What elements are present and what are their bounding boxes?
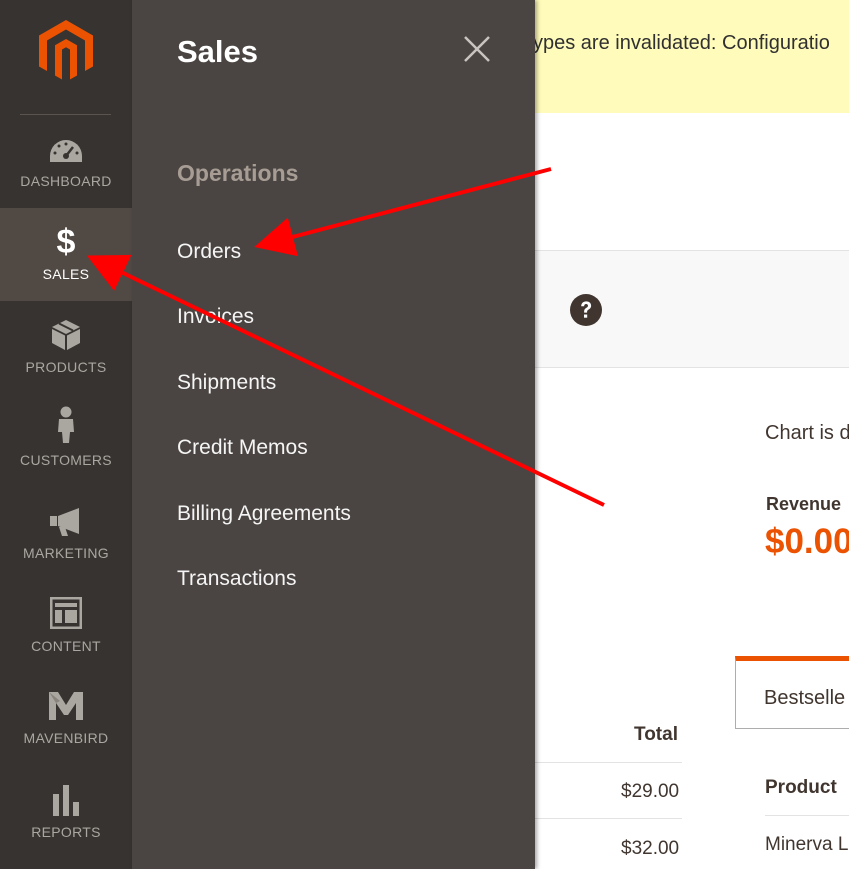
nav-label: MARKETING: [23, 545, 109, 561]
nav-label: SALES: [42, 266, 90, 282]
submenu-item-orders[interactable]: Orders: [177, 240, 241, 264]
layout-icon: [50, 597, 82, 629]
magento-logo-icon[interactable]: [39, 20, 93, 82]
box-icon: [52, 320, 80, 350]
nav-item-dashboard[interactable]: DASHBOARD: [0, 115, 132, 208]
nav-label: CUSTOMERS: [20, 452, 112, 468]
chart-disabled-message: Chart is d: [765, 422, 849, 444]
nav-item-marketing[interactable]: MARKETING: [0, 487, 132, 580]
nav-label: MAVENBIRD: [23, 730, 109, 746]
nav-item-sales[interactable]: $ SALES: [0, 208, 132, 301]
dollar-icon: $: [56, 223, 76, 261]
submenu-title: Sales: [177, 34, 259, 69]
submenu-item-transactions[interactable]: Transactions: [177, 567, 296, 591]
dashboard-icon: [50, 140, 82, 162]
submenu-item-billing-agreements[interactable]: Billing Agreements: [177, 502, 351, 526]
bar-chart-icon: [53, 785, 79, 816]
page-actions-bar: [535, 250, 849, 368]
product-name: Minerva L: [765, 834, 849, 855]
submenu-item-shipments[interactable]: Shipments: [177, 371, 276, 395]
person-icon: [58, 406, 74, 443]
nav-item-products[interactable]: PRODUCTS: [0, 301, 132, 394]
submenu-section-operations: Operations: [177, 160, 299, 186]
nav-label: REPORTS: [31, 824, 101, 840]
help-icon[interactable]: [570, 294, 602, 326]
nav-item-mavenbird[interactable]: MAVENBIRD: [0, 673, 132, 766]
notice-text: ypes are invalidated: Configuratio: [533, 32, 830, 54]
table-divider: [535, 762, 682, 763]
table-cell-total: $29.00: [621, 781, 680, 802]
system-message-notice: ypes are invalidated: Configuratio: [533, 0, 849, 113]
megaphone-icon: [50, 508, 79, 536]
product-header: Product: [765, 777, 837, 798]
revenue-value: $0.00: [765, 522, 849, 561]
nav-label: CONTENT: [31, 638, 101, 654]
mavenbird-logo-icon: [49, 692, 83, 720]
tab-bestsellers[interactable]: Bestselle: [735, 656, 849, 729]
sales-submenu-flyout: Sales Operations Orders Invoices Shipmen…: [132, 0, 535, 869]
close-icon[interactable]: [462, 34, 492, 64]
table-divider: [765, 815, 849, 816]
table-header-total: Total: [634, 724, 678, 745]
revenue-label: Revenue: [766, 494, 842, 514]
tab-bestsellers-label: Bestselle: [764, 687, 846, 709]
nav-item-customers[interactable]: CUSTOMERS: [0, 394, 132, 487]
table-cell-total: $32.00: [621, 838, 680, 859]
nav-label: PRODUCTS: [25, 359, 107, 375]
submenu-item-invoices[interactable]: Invoices: [177, 305, 254, 329]
nav-item-reports[interactable]: REPORTS: [0, 766, 132, 859]
admin-sidebar: DASHBOARD $ SALES PRODUCTS CUSTOMERS MAR…: [0, 0, 132, 869]
submenu-item-credit-memos[interactable]: Credit Memos: [177, 436, 308, 460]
nav-item-content[interactable]: CONTENT: [0, 580, 132, 673]
nav-label: DASHBOARD: [20, 173, 112, 189]
table-divider: [535, 818, 682, 819]
